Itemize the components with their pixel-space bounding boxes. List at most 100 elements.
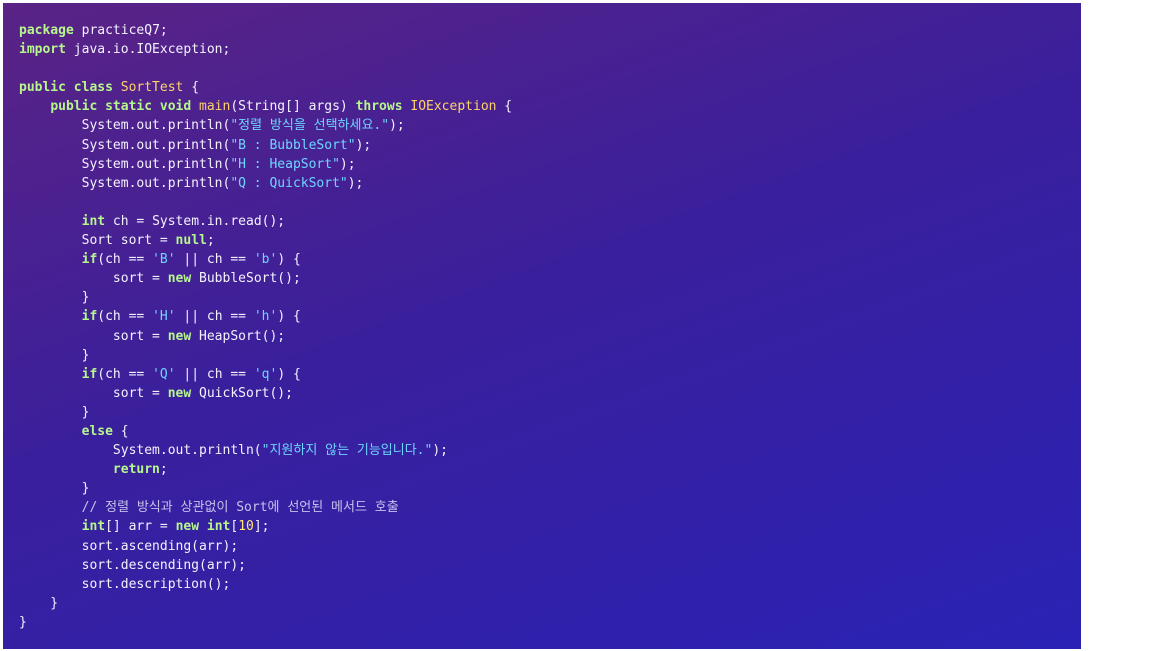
code-line: System.out.println("Q : QuickSort"); (19, 174, 1081, 193)
code-token: ) { (277, 309, 301, 325)
code-line: package practiceQ7; (19, 21, 1081, 40)
code-token: Sort sort = (19, 233, 176, 249)
code-line: } (19, 613, 1081, 632)
code-token: "정렬 방식을 선택하세요." (230, 118, 390, 134)
code-token: System.out.println( (19, 137, 231, 153)
code-token: practiceQ7; (73, 23, 168, 38)
code-token: System.out.println( (19, 443, 262, 459)
code-line: System.out.println("지원하지 않는 기능입니다."); (19, 441, 1081, 460)
code-token: } (19, 481, 90, 497)
code-token: main (199, 99, 231, 115)
code-token: public class (19, 80, 113, 96)
code-token: if (81, 309, 98, 325)
code-line: System.out.println("정렬 방식을 선택하세요."); (19, 116, 1081, 135)
code-token: sort = (19, 271, 168, 287)
code-token: 'H' (152, 309, 176, 325)
code-token: || ch == (175, 366, 254, 382)
code-token: } (19, 347, 90, 363)
code-line: int ch = System.in.read(); (19, 212, 1081, 231)
code-line: } (19, 288, 1081, 307)
code-token: IOException (410, 99, 497, 115)
code-token: sort.ascending(arr); (19, 538, 239, 554)
code-token: ) { (277, 366, 301, 382)
code-token: return (112, 462, 160, 478)
code-token: ) { (277, 252, 301, 268)
code-token: "Q : QuickSort" (230, 175, 348, 191)
code-line: } (19, 403, 1081, 422)
code-token: new int (175, 519, 231, 535)
code-token: new (167, 385, 192, 401)
code-line: sort.descending(arr); (19, 556, 1081, 575)
code-line: Sort sort = null; (19, 231, 1081, 250)
code-line: } (19, 594, 1081, 613)
code-token: if (81, 366, 98, 382)
code-line: sort.ascending(arr); (19, 537, 1081, 556)
code-token: || ch == (175, 309, 254, 325)
code-token: (ch == (97, 309, 153, 325)
code-token: sort = (19, 328, 168, 344)
code-token: QuickSort(); (191, 385, 293, 401)
code-token: "지원하지 않는 기능입니다." (261, 443, 433, 459)
code-token: new (167, 328, 192, 344)
code-token: java.io.IOException; (65, 42, 231, 58)
code-token: System.out.println( (19, 156, 231, 172)
code-line: if(ch == 'B' || ch == 'b') { (19, 250, 1081, 269)
code-line: } (19, 479, 1081, 498)
code-line: public class SortTest { (19, 78, 1081, 97)
code-token: SortTest (120, 80, 184, 96)
code-token: sort.description(); (19, 576, 231, 592)
code-token: System.out.println( (19, 118, 231, 134)
code-token: { (183, 80, 200, 96)
code-lines: package practiceQ7; import java.io.IOExce… (19, 21, 1081, 632)
code-line: return; (19, 460, 1081, 479)
code-token: sort.descending(arr); (19, 557, 246, 573)
code-line: if(ch == 'Q' || ch == 'q') { (19, 365, 1081, 384)
code-token: import (19, 42, 66, 58)
code-line: // 정렬 방식과 상관없이 Sort에 선언된 메서드 호출 (19, 498, 1081, 517)
code-token: throws (355, 99, 403, 115)
code-line: sort = new BubbleSort(); (19, 269, 1081, 288)
code-token: ; (206, 233, 215, 249)
code-token: BubbleSort(); (191, 271, 301, 287)
code-token: int (81, 519, 106, 535)
code-token: 'b' (253, 252, 278, 268)
code-token: ch = System.in.read(); (105, 213, 286, 229)
code-token: ); (347, 175, 364, 191)
code-token: (ch == (97, 252, 153, 268)
code-token: public static void (50, 99, 192, 115)
code-line: } (19, 346, 1081, 365)
code-token: 'Q' (152, 366, 176, 382)
code-line: public static void main(String[] args) t… (19, 97, 1081, 116)
code-token: } (19, 404, 90, 420)
code-line: sort = new QuickSort(); (19, 384, 1081, 403)
code-token: 10 (238, 519, 254, 535)
code-token: sort = (19, 385, 168, 401)
code-token: 'B' (152, 252, 176, 268)
code-token: ); (355, 137, 372, 153)
code-token: // 정렬 방식과 상관없이 Sort에 선언된 메서드 호출 (81, 500, 399, 516)
code-token: (String[] args) (230, 99, 356, 115)
code-line: int[] arr = new int[10]; (19, 517, 1081, 536)
code-token: (ch == (97, 366, 153, 382)
code-line: System.out.println("B : BubbleSort"); (19, 136, 1081, 155)
code-token: } (19, 614, 27, 630)
code-token: 'h' (253, 309, 278, 325)
code-token: package (19, 23, 74, 38)
code-line: if(ch == 'H' || ch == 'h') { (19, 307, 1081, 326)
code-token: "B : BubbleSort" (230, 137, 356, 153)
code-token: { (112, 423, 129, 439)
code-line: sort.description(); (19, 575, 1081, 594)
code-line: sort = new HeapSort(); (19, 327, 1081, 346)
code-token: ); (339, 156, 356, 172)
code-token: } (19, 290, 90, 306)
